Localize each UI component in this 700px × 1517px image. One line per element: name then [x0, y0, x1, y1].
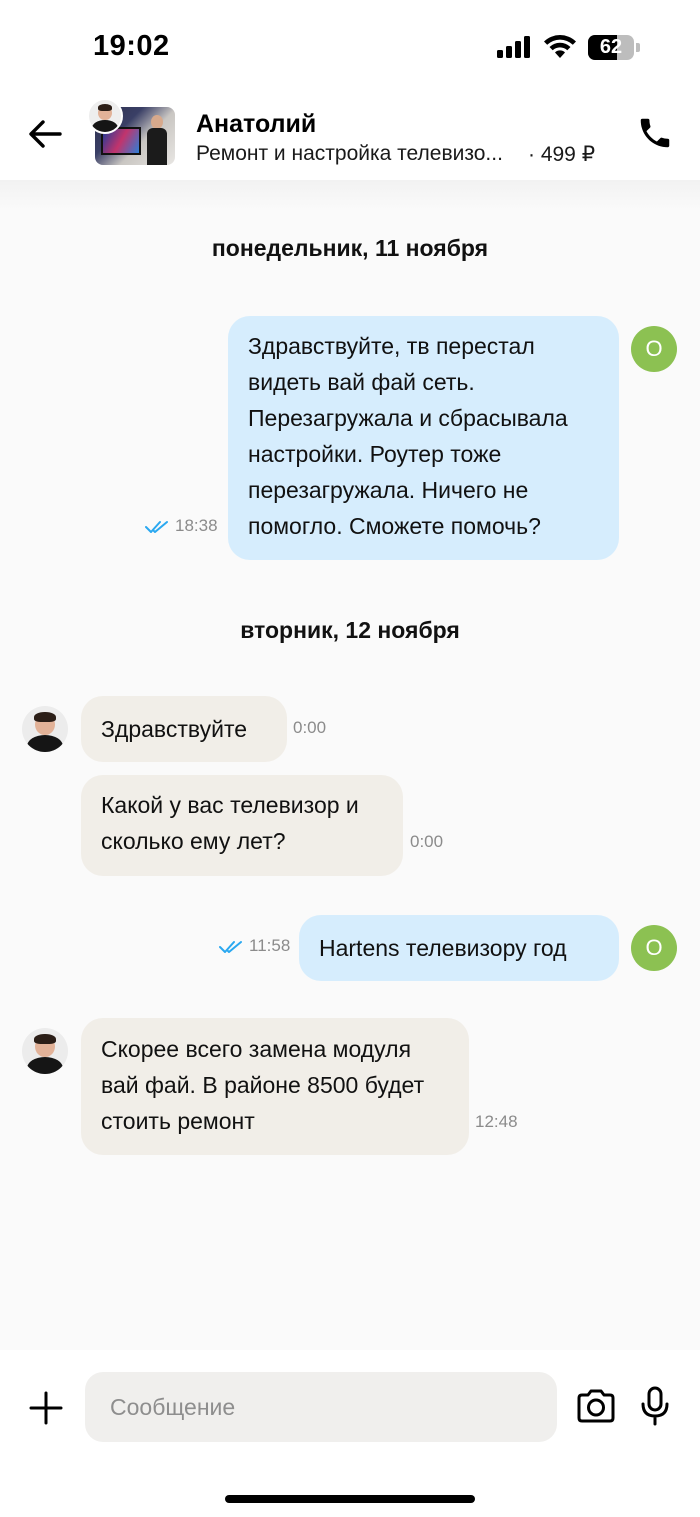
- message-meta: 11:58: [219, 936, 290, 956]
- message-time: 11:58: [249, 936, 291, 955]
- message-line: настройки. Роутер тоже: [248, 441, 502, 467]
- back-arrow-icon[interactable]: [26, 116, 66, 152]
- contact-name[interactable]: Анатолий: [196, 110, 316, 139]
- double-check-icon: [145, 520, 168, 533]
- message-line: видеть вай фай сеть.: [248, 369, 475, 395]
- camera-icon[interactable]: [575, 1388, 617, 1424]
- message-line: вай фай. В районе 8500 будет: [101, 1072, 425, 1098]
- message-line: Здравствуйте, тв перестал: [248, 333, 535, 359]
- outgoing-message[interactable]: Hartens телевизору год: [299, 915, 619, 981]
- phone-icon[interactable]: [636, 114, 674, 152]
- plus-icon[interactable]: [28, 1390, 64, 1426]
- message-time: 12:48: [475, 1112, 518, 1131]
- battery-icon: 62: [588, 35, 640, 60]
- user-avatar: О: [631, 925, 677, 971]
- message-meta: 18:38: [145, 516, 218, 536]
- contact-avatar: [22, 1028, 68, 1074]
- double-check-icon: [219, 940, 242, 953]
- message-composer: [0, 1350, 700, 1517]
- message-line: сколько ему лет?: [101, 828, 286, 854]
- signal-icon: [497, 36, 533, 58]
- message-line: помогло. Сможете помочь?: [248, 513, 541, 539]
- message-time: 18:38: [175, 516, 218, 535]
- listing-price: · 499 ₽: [528, 143, 596, 166]
- seller-avatar: [87, 98, 123, 134]
- incoming-message[interactable]: Какой у вас телевизор и сколько ему лет?: [81, 775, 403, 876]
- status-bar: 19:02 62: [0, 0, 700, 90]
- message-line: Здравствуйте: [101, 716, 248, 742]
- message-time: 0:00: [293, 718, 327, 737]
- home-indicator: [225, 1495, 475, 1503]
- date-separator: понедельник, 11 ноября: [211, 235, 489, 261]
- contact-avatar: [22, 706, 68, 752]
- message-line: перезагружала. Ничего не: [248, 477, 529, 503]
- battery-percent: 62: [599, 36, 623, 58]
- message-line: стоить ремонт: [101, 1108, 255, 1134]
- listing-title[interactable]: Ремонт и настройка телевизо...: [196, 142, 516, 166]
- incoming-message[interactable]: Здравствуйте: [81, 696, 287, 762]
- incoming-message[interactable]: Скорее всего замена модуля вай фай. В ра…: [81, 1018, 469, 1155]
- wifi-icon: [544, 35, 576, 58]
- status-time: 19:02: [93, 30, 170, 62]
- message-time: 0:00: [410, 832, 444, 851]
- outgoing-message[interactable]: Здравствуйте, тв перестал видеть вай фай…: [228, 316, 619, 560]
- message-line: Hartens телевизору год: [319, 935, 567, 961]
- chat-header: Анатолий Ремонт и настройка телевизо... …: [0, 90, 700, 180]
- microphone-icon[interactable]: [640, 1386, 670, 1426]
- message-input[interactable]: [85, 1372, 557, 1442]
- message-line: Перезагружала и сбрасывала: [248, 405, 568, 431]
- user-avatar: О: [631, 326, 677, 372]
- message-line: Скорее всего замена модуля: [101, 1036, 412, 1062]
- date-separator: вторник, 12 ноября: [240, 617, 460, 643]
- message-line: Какой у вас телевизор и: [101, 792, 359, 818]
- chat-area[interactable]: понедельник, 11 ноября Здравствуйте, тв …: [0, 180, 700, 1350]
